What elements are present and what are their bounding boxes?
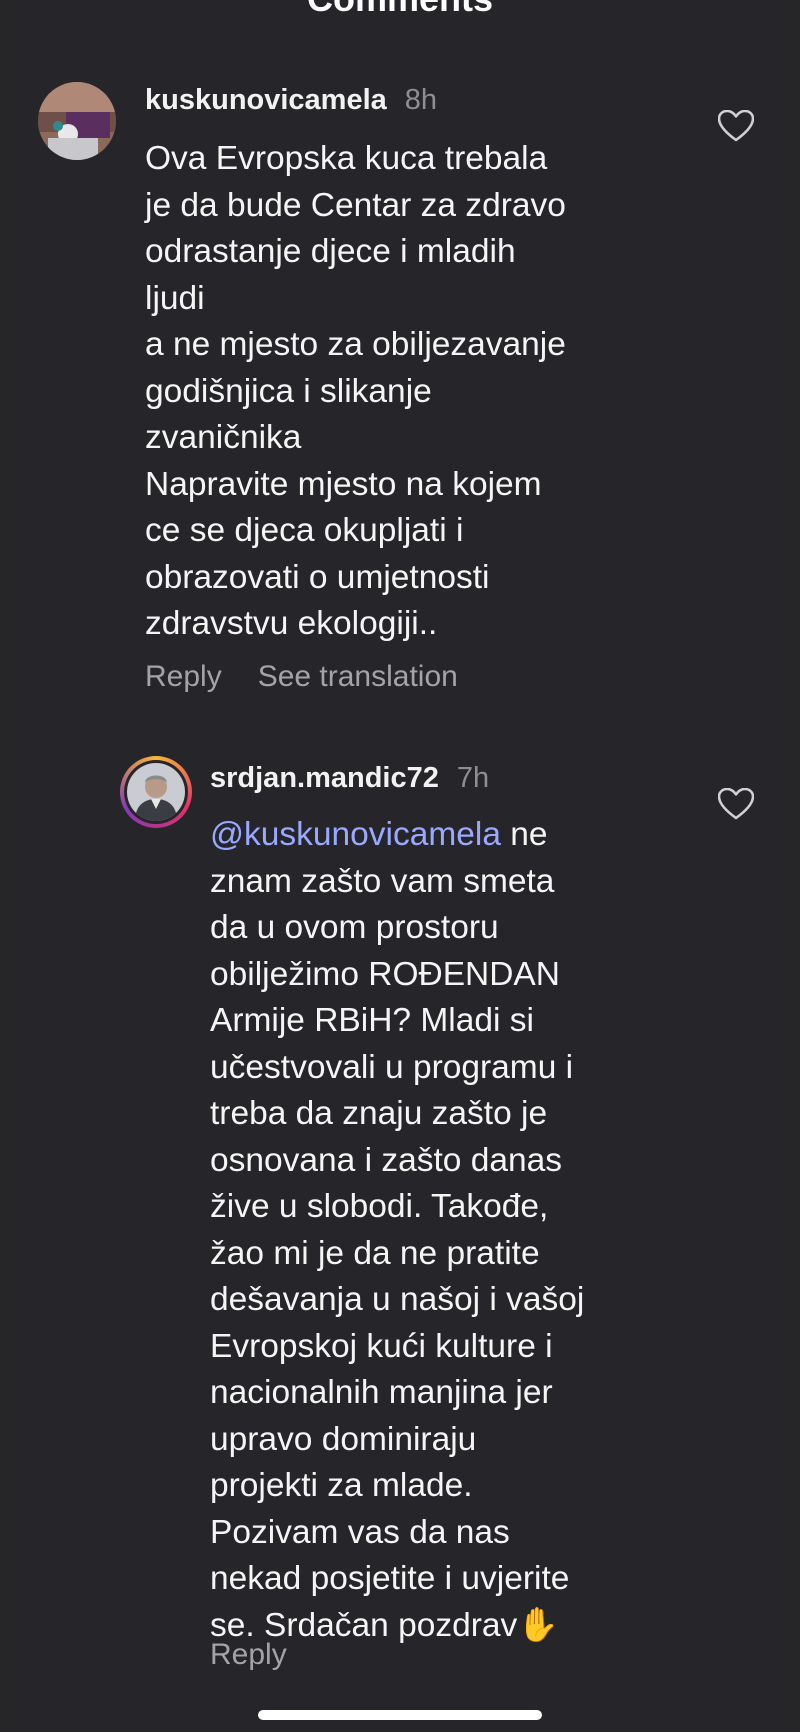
- comment-username[interactable]: srdjan.mandic72: [210, 762, 439, 795]
- comment-timestamp: 8h: [404, 84, 438, 116]
- avatar[interactable]: [38, 82, 116, 160]
- heart-outline-icon[interactable]: [717, 109, 755, 142]
- comment-timestamp: 7h: [456, 762, 490, 794]
- comment-text-body: ne znam zašto vam smeta da u ovom prosto…: [210, 816, 585, 1644]
- raised-hand-emoji: ✋: [517, 1606, 559, 1644]
- reply-button[interactable]: Reply: [210, 1638, 287, 1672]
- avatar: [127, 763, 185, 821]
- reply-comment-item: srdjan.mandic72 7h @kuskunovicamela ne z…: [14, 740, 786, 1700]
- home-indicator[interactable]: [258, 1710, 542, 1720]
- comments-sheet: Comments kuskunovicamela 8h Ova Evropska…: [14, 0, 786, 1732]
- comment-text: Ova Evropska kuca trebala je da bude Cen…: [145, 140, 566, 642]
- see-translation-button[interactable]: See translation: [258, 660, 458, 694]
- user-mention-link[interactable]: @kuskunovicamela: [210, 816, 501, 853]
- comment-username[interactable]: kuskunovicamela: [145, 84, 387, 117]
- reply-button[interactable]: Reply: [145, 660, 222, 694]
- comment-text: @kuskunovicamela ne znam zašto vam smeta…: [210, 812, 770, 1649]
- comment-item: kuskunovicamela 8h Ova Evropska kuca tre…: [14, 0, 786, 710]
- heart-outline-icon[interactable]: [717, 787, 755, 820]
- avatar-story-ring[interactable]: [120, 756, 192, 828]
